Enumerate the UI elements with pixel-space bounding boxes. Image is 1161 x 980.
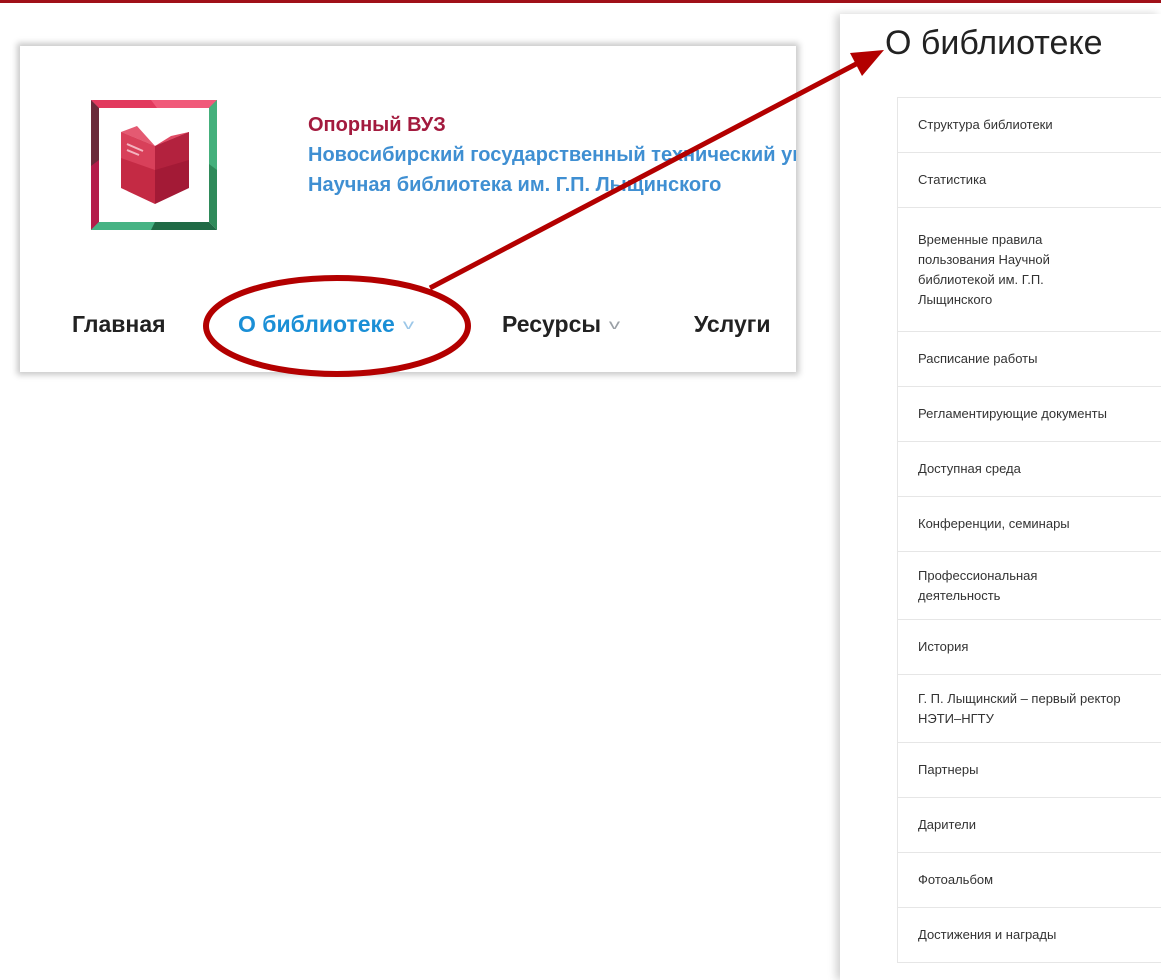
submenu-item-history[interactable]: История	[897, 620, 1161, 675]
nav-item-services[interactable]: Услуги	[694, 308, 770, 340]
submenu-item-statistics[interactable]: Статистика	[897, 153, 1161, 208]
submenu-item-label: Г. П. Лыщинский – первый ректор НЭТИ–НГТ…	[918, 690, 1121, 726]
brand-line-2[interactable]: Новосибирский государственный технически…	[308, 140, 796, 170]
submenu-item-conferences[interactable]: Конференции, семинары	[897, 497, 1161, 552]
submenu-item-label: Регламентирующие документы	[918, 406, 1107, 421]
submenu-item-label: Расписание работы	[918, 351, 1038, 366]
submenu-item-schedule[interactable]: Расписание работы	[897, 332, 1161, 387]
submenu-item-lyshchinsky[interactable]: Г. П. Лыщинский – первый ректор НЭТИ–НГТ…	[897, 675, 1161, 743]
submenu-item-label: Статистика	[918, 172, 987, 187]
submenu-item-partners[interactable]: Партнеры	[897, 743, 1161, 798]
submenu-item-label: Фотоальбом	[918, 872, 994, 887]
submenu-item-label: Доступная среда	[918, 461, 1021, 476]
submenu-item-professional[interactable]: Профессиональная деятельность	[897, 552, 1161, 620]
submenu-item-label: Достижения и награды	[918, 927, 1057, 942]
submenu-item-achievements[interactable]: Достижения и награды	[897, 908, 1161, 963]
nav-item-home[interactable]: Главная	[72, 308, 166, 340]
brand-text: Опорный ВУЗ Новосибирский государственны…	[308, 110, 796, 200]
submenu-item-label: Партнеры	[918, 762, 979, 777]
panel-title: О библиотеке	[885, 24, 1103, 62]
brand-line-3[interactable]: Научная библиотека им. Г.П. Лыщинского	[308, 170, 796, 200]
submenu-item-structure[interactable]: Структура библиотеки	[897, 98, 1161, 153]
chevron-down-icon: v	[402, 315, 414, 332]
submenu-item-label: Дарители	[918, 817, 976, 832]
submenu-item-label: Структура библиотеки	[918, 117, 1053, 132]
submenu-item-accessibility[interactable]: Доступная среда	[897, 442, 1161, 497]
submenu-item-donors[interactable]: Дарители	[897, 798, 1161, 853]
nav-item-about[interactable]: О библиотеке v	[238, 308, 414, 342]
submenu-item-label: Профессиональная деятельность	[918, 567, 1038, 603]
brand-line-1: Опорный ВУЗ	[308, 114, 446, 136]
top-accent-bar	[0, 0, 1161, 3]
submenu-item-label: Конференции, семинары	[918, 516, 1070, 531]
submenu-item-documents[interactable]: Регламентирующие документы	[897, 387, 1161, 442]
about-submenu-panel: О библиотеке Структура библиотеки Статис…	[840, 14, 1161, 980]
nav-item-label: О библиотеке	[238, 311, 395, 337]
submenu-item-rules[interactable]: Временные правила пользования Научной би…	[897, 208, 1161, 332]
submenu-item-photoalbum[interactable]: Фотоальбом	[897, 853, 1161, 908]
nav-item-resources[interactable]: Ресурсы v	[502, 308, 621, 342]
nav-item-label: Ресурсы	[502, 311, 602, 337]
library-logo[interactable]	[91, 100, 217, 230]
site-header: Опорный ВУЗ Новосибирский государственны…	[20, 46, 796, 372]
submenu-item-label: Временные правила пользования Научной би…	[918, 231, 1050, 307]
nav-item-label: Услуги	[694, 311, 771, 337]
submenu-item-label: История	[918, 639, 969, 654]
submenu-list: Структура библиотеки Статистика Временны…	[897, 97, 1161, 963]
nav-item-label: Главная	[72, 311, 166, 337]
book-logo-icon	[91, 100, 217, 230]
chevron-down-icon: v	[608, 315, 621, 332]
